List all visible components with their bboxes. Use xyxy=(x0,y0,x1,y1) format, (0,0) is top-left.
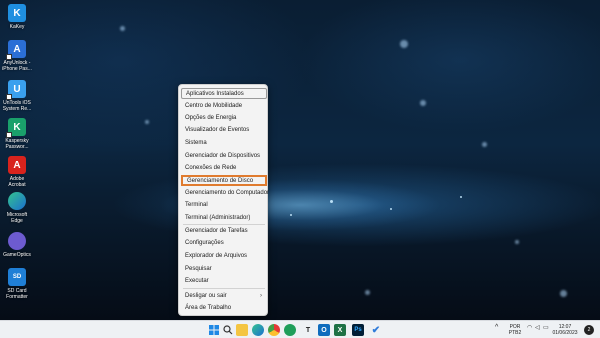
clock[interactable]: 12:07 01/06/2023 xyxy=(552,324,578,336)
menu-item-disk-management[interactable]: Gerenciamento de Disco xyxy=(181,175,267,186)
menu-item-settings[interactable]: Configurações xyxy=(181,238,267,249)
green-app-icon[interactable] xyxy=(284,324,296,336)
desktop-icon-edge[interactable]: Microsoft Edge xyxy=(2,192,32,224)
menu-item-file-explorer[interactable]: Explorador de Arquivos xyxy=(181,251,267,262)
menu-item-search[interactable]: Pesquisar xyxy=(181,264,267,275)
menu-item-installed-apps[interactable]: Aplicativos Instalados xyxy=(181,88,267,99)
menu-item-desktop[interactable]: Área de Trabalho xyxy=(181,303,267,314)
winx-context-menu: Aplicativos Instalados Centro de Mobilid… xyxy=(178,84,269,316)
keyboard-layout: PTB2 xyxy=(508,330,522,336)
notifications-badge[interactable]: 2 xyxy=(584,325,594,335)
excel-icon[interactable]: X xyxy=(334,324,346,336)
menu-item-device-manager[interactable]: Gerenciador de Dispositivos xyxy=(181,151,267,162)
chevron-right-icon: › xyxy=(260,293,262,299)
desktop-icon-label: Microsoft Edge xyxy=(6,212,28,224)
menu-item-event-viewer[interactable]: Visualizador de Eventos xyxy=(181,125,267,136)
file-explorer-icon[interactable] xyxy=(236,324,248,336)
search-icon[interactable] xyxy=(222,324,234,336)
edge-icon[interactable] xyxy=(252,324,264,336)
desktop-icon-untools[interactable]: U UnTools iOS System Re... xyxy=(2,80,32,112)
clock-date: 01/06/2023 xyxy=(552,330,578,336)
anyunlock-icon: A xyxy=(6,40,26,60)
shortcut-arrow-icon xyxy=(6,94,12,100)
desktop-icon-label: AnyUnlock - iPhone Pas... xyxy=(2,60,32,72)
menu-item-terminal-admin[interactable]: Terminal (Administrador) xyxy=(181,213,267,224)
wifi-icon[interactable]: ◠ xyxy=(527,325,532,331)
photoshop-icon[interactable]: Ps xyxy=(352,324,364,336)
desktop-icon-anyunlock[interactable]: A AnyUnlock - iPhone Pas... xyxy=(2,40,32,72)
bokeh-light xyxy=(515,240,519,244)
sparkle xyxy=(390,208,392,210)
menu-item-task-manager[interactable]: Gerenciador de Tarefas xyxy=(181,226,267,237)
shortcut-arrow-icon xyxy=(6,54,12,60)
bokeh-light xyxy=(560,290,567,297)
bokeh-light xyxy=(482,142,487,147)
bokeh-light xyxy=(120,26,125,31)
menu-item-mobility-center[interactable]: Centro de Mobilidade xyxy=(181,101,267,112)
desktop-icon-label: SD Card Formatter xyxy=(6,288,28,300)
menu-item-terminal[interactable]: Terminal xyxy=(181,200,267,211)
sparkle xyxy=(460,196,462,198)
bokeh-light xyxy=(365,290,370,295)
gameoptics-icon xyxy=(8,232,26,250)
battery-icon[interactable]: ▭ xyxy=(543,325,549,331)
menu-item-network-connections[interactable]: Conexões de Rede xyxy=(181,163,267,174)
chrome-icon[interactable] xyxy=(268,324,280,336)
menu-item-system[interactable]: Sistema xyxy=(181,138,267,149)
todo-icon[interactable]: ✔ xyxy=(370,324,382,336)
desktop-icon-adobe-acrobat[interactable]: A Adobe Acrobat xyxy=(2,156,32,188)
menu-item-computer-management[interactable]: Gerenciamento do Computador xyxy=(181,188,269,199)
windows-start-icon[interactable] xyxy=(208,324,220,336)
outlook-icon[interactable]: O xyxy=(318,324,330,336)
shortcut-arrow-icon xyxy=(6,132,12,138)
kakey-icon: K xyxy=(8,4,26,22)
sparkle xyxy=(330,200,333,203)
desktop-wallpaper: K KaKey A AnyUnlock - iPhone Pas... U Un… xyxy=(0,0,600,320)
bokeh-light xyxy=(420,100,426,106)
menu-separator xyxy=(183,224,265,225)
sparkle xyxy=(290,214,292,216)
desktop-icon-gameoptics[interactable]: GameOptics xyxy=(2,232,32,258)
desktop-icon-label: Kaspersky Passwor... xyxy=(5,138,29,150)
untools-icon: U xyxy=(6,80,26,100)
menu-item-power-options[interactable]: Opções de Energia xyxy=(181,113,267,124)
desktop-icon-kakey[interactable]: K KaKey xyxy=(2,4,32,30)
desktop-icon-label: Adobe Acrobat xyxy=(8,176,26,188)
volume-icon[interactable]: ◁ xyxy=(535,325,540,331)
chevron-up-icon[interactable]: ^ xyxy=(495,324,498,331)
sd-card-icon: SD xyxy=(8,268,26,286)
desktop-icon-label: GameOptics xyxy=(3,252,31,258)
menu-item-shutdown-signout[interactable]: Desligar ou sair › xyxy=(181,291,267,302)
taskbar: T O X Ps ✔ ^ POR PTB2 ◠ ◁ ▭ 12:07 01/06/… xyxy=(0,320,600,338)
language-indicator[interactable]: POR PTB2 xyxy=(506,324,524,336)
kaspersky-icon: K xyxy=(6,118,26,138)
menu-item-run[interactable]: Executar xyxy=(181,276,267,287)
acrobat-icon: A xyxy=(8,156,26,174)
desktop-icon-label: KaKey xyxy=(9,24,25,30)
menu-item-label: Desligar ou sair xyxy=(185,293,227,299)
bokeh-light xyxy=(145,120,149,124)
edge-icon xyxy=(8,192,26,210)
desktop-icon-label: UnTools iOS System Re... xyxy=(2,100,32,112)
bokeh-light xyxy=(400,40,408,48)
typora-icon[interactable]: T xyxy=(302,324,314,336)
desktop-icon-sd-card-formatter[interactable]: SD SD Card Formatter xyxy=(2,268,32,300)
menu-separator xyxy=(183,288,265,289)
desktop-icon-kaspersky[interactable]: K Kaspersky Passwor... xyxy=(2,118,32,150)
